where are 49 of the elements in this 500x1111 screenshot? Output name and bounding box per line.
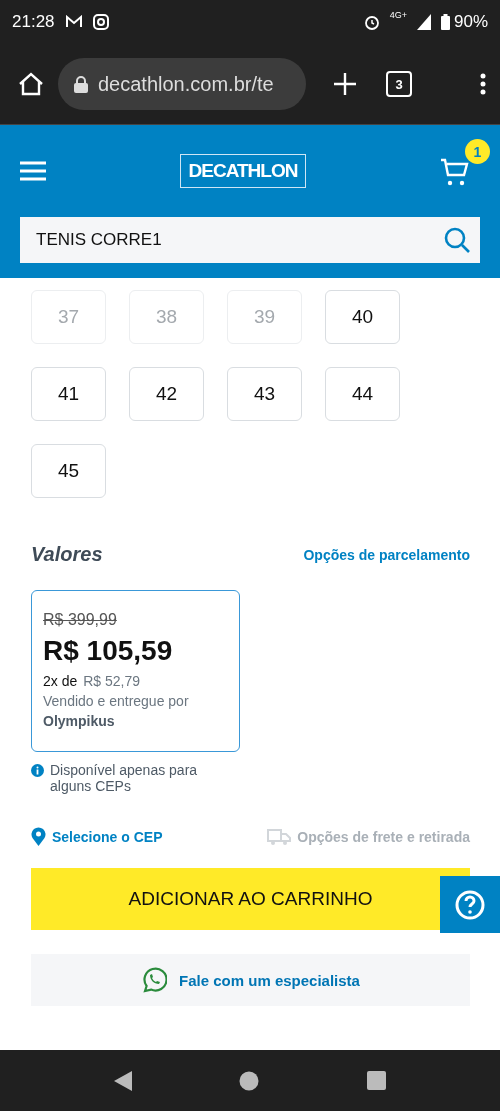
- logo[interactable]: DECATHLON: [179, 154, 307, 188]
- lock-icon: [74, 75, 88, 93]
- help-button[interactable]: [440, 876, 500, 933]
- camera-icon: [92, 14, 109, 30]
- info-icon: [31, 764, 44, 777]
- menu-icon[interactable]: [20, 161, 46, 181]
- size-option[interactable]: 45: [31, 444, 106, 498]
- search-icon[interactable]: [444, 227, 470, 253]
- installment-value: R$ 52,79: [83, 673, 141, 689]
- signal-icon: [416, 14, 431, 30]
- installment-label: 2x de: [43, 673, 78, 689]
- location-pin-icon: [31, 827, 46, 846]
- network-type: 4G+: [389, 10, 407, 20]
- back-icon[interactable]: [113, 1070, 132, 1091]
- price: R$ 105,59: [43, 635, 174, 667]
- installments-link[interactable]: Opções de parcelamento: [303, 546, 470, 563]
- size-option[interactable]: 44: [325, 367, 400, 421]
- old-price: R$ 399,99: [43, 611, 118, 629]
- seller-label: Vendido e entregue por: [43, 693, 190, 709]
- help-icon: [454, 888, 486, 921]
- recents-icon[interactable]: [367, 1071, 387, 1090]
- address-bar[interactable]: decathlon.com.br/te: [58, 58, 306, 110]
- size-option[interactable]: 42: [129, 367, 204, 421]
- size-option[interactable]: 41: [31, 367, 106, 421]
- battery-icon: [440, 14, 450, 30]
- search-field[interactable]: TENIS CORRE1: [20, 217, 480, 263]
- cart-count-badge: 1: [465, 139, 490, 164]
- tab-count[interactable]: 3: [386, 71, 412, 97]
- availability-note: Disponível apenas para alguns CEPs: [50, 762, 199, 794]
- mail-icon: [64, 15, 83, 29]
- seller-name: Olympikus: [43, 713, 116, 729]
- specialist-button[interactable]: Fale com um especialista: [31, 954, 470, 1006]
- plus-icon[interactable]: [334, 73, 356, 95]
- size-option[interactable]: 43: [227, 367, 302, 421]
- more-icon[interactable]: [480, 73, 486, 95]
- select-cep-link[interactable]: Selecione o CEP: [52, 828, 163, 845]
- battery-level: 90%: [453, 12, 488, 32]
- alarm-icon: [363, 14, 380, 30]
- offer-card[interactable]: R$ 399,99 R$ 105,59 2x de R$ 52,79 Vendido e entregue por Olympikus: [31, 590, 240, 752]
- home-icon[interactable]: [239, 1070, 260, 1091]
- whatsapp-icon: [141, 967, 168, 993]
- clock: 21:28: [12, 12, 55, 32]
- add-to-cart-button[interactable]: ADICIONAR AO CARRINHO: [31, 868, 470, 930]
- section-title: Valores: [31, 543, 103, 566]
- url-text: decathlon.com.br/te: [98, 72, 274, 96]
- size-option[interactable]: 40: [325, 290, 400, 344]
- home-icon[interactable]: [18, 72, 44, 96]
- cart-icon[interactable]: [440, 157, 470, 187]
- truck-icon: [267, 827, 292, 846]
